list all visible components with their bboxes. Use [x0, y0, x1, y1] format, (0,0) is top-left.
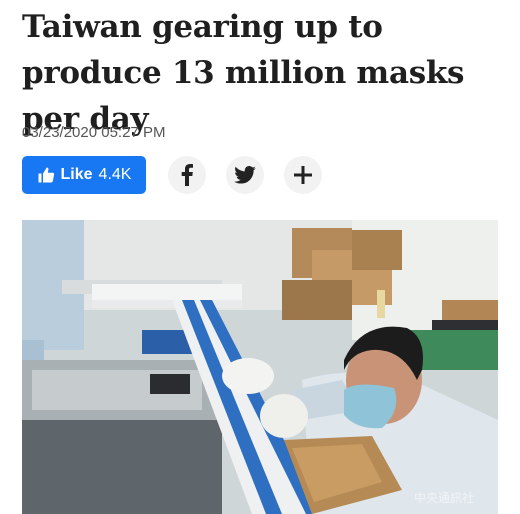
facebook-f-icon: [181, 164, 193, 186]
thumbs-up-icon: [38, 167, 54, 183]
share-bar: Like 4.4K: [22, 156, 322, 194]
article-headline: Taiwan gearing up to produce 13 million …: [22, 9, 465, 137]
facebook-like-button[interactable]: Like 4.4K: [22, 156, 146, 194]
like-count: 4.4K: [98, 166, 132, 183]
factory-scene-image: [22, 220, 498, 514]
plus-icon: [294, 166, 312, 184]
like-label: Like: [60, 166, 93, 183]
article-timestamp: 03/23/2020 05:27 PM: [22, 124, 166, 141]
more-share-button[interactable]: [284, 156, 322, 194]
twitter-share-button[interactable]: [226, 156, 264, 194]
photo-watermark: 中央通訊社: [413, 491, 474, 505]
twitter-bird-icon: [234, 166, 256, 184]
facebook-share-button[interactable]: [168, 156, 206, 194]
article-photo: 中央通訊社: [22, 220, 498, 514]
